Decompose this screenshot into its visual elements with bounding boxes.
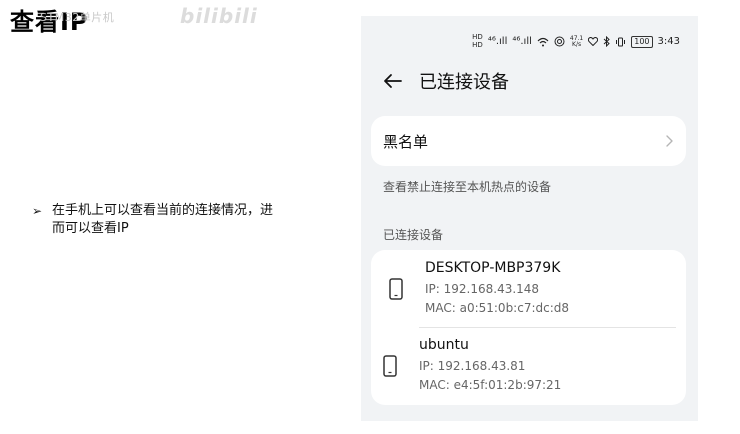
sim1-badge: HD	[472, 33, 483, 41]
app-bar: 已连接设备	[381, 68, 509, 94]
device-mac: MAC: a0:51:0b:c7:dc:d8	[425, 300, 570, 315]
sim2-badge: HD	[472, 41, 483, 49]
network-speed: 47.1 K/s	[570, 35, 583, 48]
speed-unit: K/s	[572, 40, 582, 48]
bullet-marker: ➢	[32, 204, 43, 218]
phone-device-icon	[389, 277, 403, 300]
chevron-right-icon	[666, 135, 673, 147]
hotspot-icon	[554, 36, 565, 47]
bullet-point: ➢ 在手机上可以查看当前的连接情况，进而可以查看IP	[32, 202, 282, 238]
blacklist-hint: 查看禁止连接至本机热点的设备	[383, 180, 552, 194]
phone-screenshot: HD HD ⁴⁶.ıll ⁴⁶.ıll 47.1 K/s 100 3:43 已连…	[361, 16, 698, 421]
status-time: 3:43	[657, 36, 680, 47]
sim-card-icons: HD HD	[472, 34, 483, 49]
bluetooth-icon	[603, 36, 610, 47]
battery-icon: 100	[631, 35, 653, 48]
device-ip: IP: 192.168.43.148	[425, 281, 540, 296]
connected-devices-list: DESKTOP-MBP379K IP: 192.168.43.148 MAC: …	[371, 250, 686, 405]
page-title: 已连接设备	[419, 72, 509, 93]
wifi-icon	[537, 37, 549, 46]
vibrate-icon	[616, 37, 626, 46]
signal-strength-1: ⁴⁶.ıll	[487, 36, 508, 47]
bullet-text: 在手机上可以查看当前的连接情况，进而可以查看IP	[52, 203, 274, 236]
section-title: 已连接设备	[383, 228, 444, 242]
device-item[interactable]: ubuntu IP: 192.168.43.81 MAC: e4:5f:01:2…	[383, 327, 676, 404]
phone-device-icon	[383, 355, 397, 377]
device-item[interactable]: DESKTOP-MBP379K IP: 192.168.43.148 MAC: …	[381, 250, 676, 327]
heart-icon	[588, 37, 599, 46]
device-info: DESKTOP-MBP379K IP: 192.168.43.148 MAC: …	[425, 260, 569, 318]
watermark-logo: bilibili	[180, 4, 258, 28]
blacklist-label: 黑名单	[383, 132, 429, 151]
device-name: ubuntu	[419, 337, 469, 353]
blacklist-item[interactable]: 黑名单	[371, 116, 686, 166]
device-info: ubuntu IP: 192.168.43.81 MAC: e4:5f:01:2…	[419, 337, 561, 395]
device-mac: MAC: e4:5f:01:2b:97:21	[419, 378, 562, 392]
back-arrow-icon[interactable]	[381, 69, 405, 93]
status-bar: HD HD ⁴⁶.ıll ⁴⁶.ıll 47.1 K/s 100 3:43	[472, 34, 680, 49]
device-name: DESKTOP-MBP379K	[425, 259, 561, 276]
watermark-text: STM32单片机	[40, 11, 115, 24]
signal-strength-2: ⁴⁶.ıll	[512, 36, 532, 47]
device-ip: IP: 192.168.43.81	[419, 359, 526, 373]
